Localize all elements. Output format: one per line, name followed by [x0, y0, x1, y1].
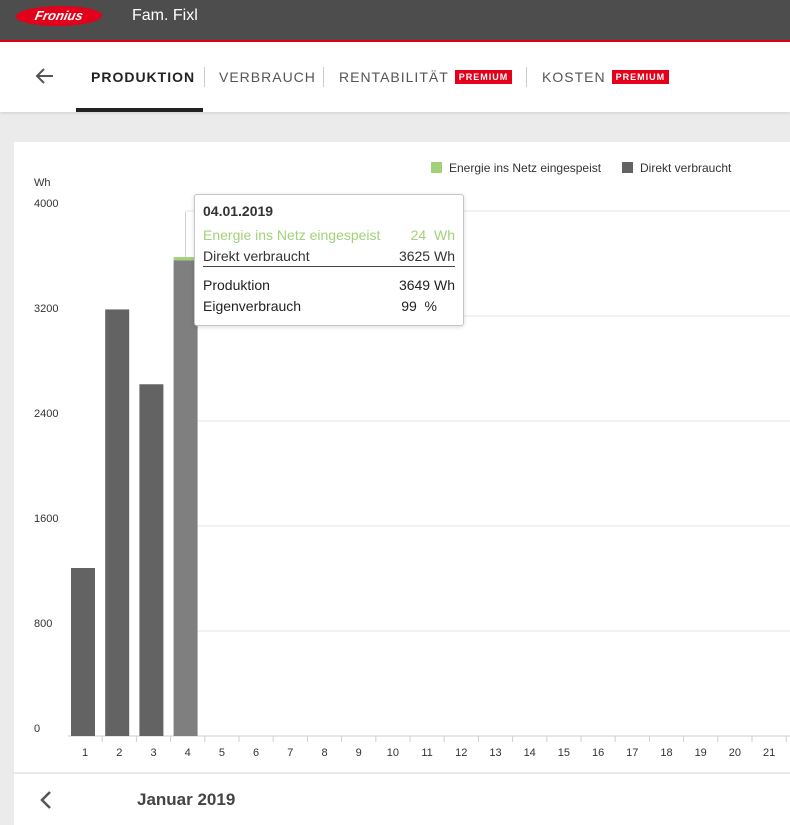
x-tick-label: 9 [356, 747, 362, 759]
legend-swatch [622, 162, 633, 173]
tooltip-row-feed-in: Energie ins Netz eingespeist 24 Wh [203, 227, 455, 243]
fronius-logo[interactable]: Fronius [13, 6, 105, 26]
tooltip-label: Energie ins Netz eingespeist [203, 227, 381, 243]
active-tab-indicator [76, 108, 203, 112]
x-tick-label: 14 [524, 747, 536, 759]
tooltip-label: Direkt verbraucht [203, 248, 310, 264]
bar-direkt-verbraucht [139, 384, 164, 736]
tab-separator [323, 67, 324, 87]
legend-label: Direkt verbraucht [640, 161, 732, 175]
tooltip-row-self-consumption: Eigenverbrauch 99 % [203, 298, 455, 314]
x-tick-label: 13 [489, 747, 501, 759]
tooltip-divider [203, 266, 455, 267]
tab-separator [526, 67, 527, 87]
logo-text: Fronius [33, 8, 85, 23]
y-tick-label: 800 [34, 618, 52, 630]
premium-badge: PREMIUM [611, 70, 670, 84]
x-tick-label: 6 [253, 747, 259, 759]
x-tick-label: 3 [150, 747, 156, 759]
bar-direkt-verbraucht [71, 568, 95, 736]
premium-badge: PREMIUM [454, 70, 513, 84]
x-tick-label: 19 [695, 747, 707, 759]
x-tick-label: 20 [729, 747, 741, 759]
y-tick-label: 3200 [34, 303, 58, 315]
x-tick-label: 2 [116, 747, 122, 759]
x-tick-label: 5 [219, 747, 225, 759]
y-axis-unit-label: Wh [34, 177, 51, 189]
y-tick-label: 1600 [34, 513, 58, 525]
tooltip-value: 3649 Wh [398, 277, 455, 293]
x-tick-label: 4 [185, 747, 191, 759]
x-tick-label: 8 [321, 747, 327, 759]
site-name: Fam. Fixl [132, 7, 198, 24]
x-tick-label: 21 [763, 747, 775, 759]
tooltip-row-direct: Direkt verbraucht 3625 Wh [203, 248, 455, 264]
bar-direkt-verbraucht [173, 260, 198, 736]
tab-verbrauch[interactable]: VERBRAUCH [219, 69, 316, 85]
tab-kosten[interactable]: KOSTEN PREMIUM [542, 69, 670, 85]
month-navigation: Januar 2019 [14, 773, 790, 825]
tab-navigation: PRODUKTION VERBRAUCH RENTABILITÄT PREMIUM… [0, 42, 790, 112]
tooltip-value: 3625 Wh [398, 248, 455, 264]
top-bar: Fronius Fam. Fixl [0, 0, 790, 42]
y-tick-label: 4000 [34, 198, 58, 210]
back-arrow-icon[interactable] [33, 64, 57, 88]
tab-label: PRODUKTION [91, 69, 196, 85]
y-tick-label: 0 [34, 723, 40, 735]
tab-label: VERBRAUCH [219, 69, 316, 85]
tooltip-label: Eigenverbrauch [203, 298, 302, 314]
tab-separator [204, 67, 205, 87]
tab-label: RENTABILITÄT [339, 69, 449, 85]
x-tick-label: 10 [387, 747, 399, 759]
tooltip-value: 24 Wh [410, 227, 455, 243]
x-tick-label: 12 [455, 747, 467, 759]
x-tick-label: 17 [626, 747, 638, 759]
chart-tooltip: 04.01.2019 Energie ins Netz eingespeist … [194, 194, 464, 326]
legend-label: Energie ins Netz eingespeist [449, 161, 602, 175]
legend-swatch [431, 162, 442, 173]
tooltip-value: 99 % [401, 298, 437, 314]
x-tick-label: 1 [82, 747, 88, 759]
tooltip-label: Produktion [203, 277, 270, 293]
current-month-label: Januar 2019 [137, 790, 236, 809]
tab-produktion[interactable]: PRODUKTION [91, 69, 195, 85]
x-tick-label: 11 [421, 747, 432, 759]
y-tick-label: 2400 [34, 408, 58, 420]
tooltip-row-production: Produktion 3649 Wh [203, 277, 455, 293]
x-tick-label: 15 [558, 747, 570, 759]
x-tick-label: 7 [287, 747, 293, 759]
tab-rentabilitaet[interactable]: RENTABILITÄT PREMIUM [339, 69, 513, 85]
previous-month-icon[interactable] [36, 788, 56, 812]
x-tick-label: 18 [660, 747, 672, 759]
bar-direkt-verbraucht [105, 309, 130, 736]
tooltip-date: 04.01.2019 [203, 203, 274, 219]
tab-label: KOSTEN [542, 69, 606, 85]
x-tick-label: 16 [592, 747, 604, 759]
